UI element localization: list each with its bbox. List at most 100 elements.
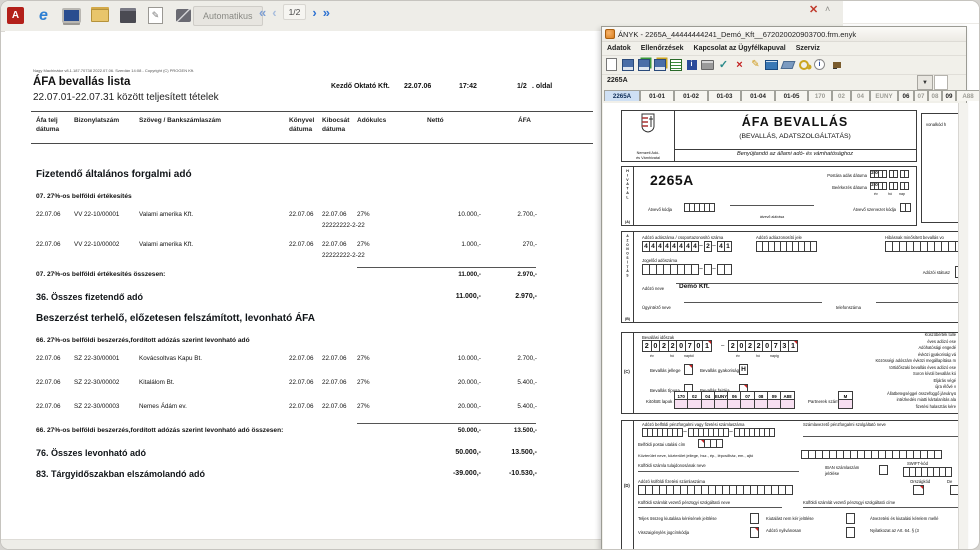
form-cell[interactable] — [750, 527, 759, 538]
form-cell[interactable] — [810, 241, 817, 252]
foreign-bank-addr-line[interactable] — [803, 507, 958, 508]
form-selector-aux-box[interactable] — [934, 75, 948, 90]
form-cell[interactable] — [709, 203, 715, 212]
zoom-mode-button[interactable]: Automatikus — [193, 6, 263, 26]
form-cell[interactable] — [934, 450, 942, 459]
tab-a88[interactable]: A88 — [956, 90, 980, 101]
tab-01-01[interactable]: 01-01 — [640, 90, 674, 101]
tab-170[interactable]: 170 — [808, 90, 832, 101]
form-cell[interactable] — [769, 428, 775, 437]
form-cell[interactable] — [723, 428, 729, 437]
flag-icon[interactable] — [829, 58, 842, 71]
form-cell[interactable] — [882, 182, 887, 190]
form-cell[interactable] — [846, 527, 855, 538]
form-cell[interactable]: 1 — [702, 340, 712, 352]
tab-06[interactable]: 06 — [898, 90, 914, 101]
monitor-icon[interactable] — [61, 4, 82, 27]
post-date-boxes[interactable]: 20 — [870, 170, 908, 178]
first-page-button[interactable]: « — [259, 5, 266, 20]
open-save-icon[interactable] — [621, 58, 634, 71]
foreign-acct-boxes[interactable] — [638, 485, 792, 495]
menu-szerviz[interactable]: Szerviz — [796, 45, 820, 52]
form-cell[interactable] — [677, 428, 683, 437]
faulty-barcode-boxes[interactable] — [885, 241, 958, 252]
form-cell[interactable]: H — [739, 364, 748, 375]
form-cell[interactable] — [904, 182, 909, 190]
form-info-icon[interactable]: i — [685, 58, 698, 71]
form-cell[interactable] — [893, 182, 898, 190]
tab-08[interactable]: 08 — [928, 90, 942, 101]
edit-page-icon[interactable]: ✎ — [145, 4, 166, 27]
sheet-col-04[interactable]: 04 — [701, 391, 715, 409]
close-icon[interactable]: ✕ — [809, 3, 818, 16]
form-cell[interactable]: 4 — [691, 241, 699, 252]
form-cell[interactable] — [846, 513, 855, 524]
form-cell[interactable] — [750, 513, 759, 524]
taxno-boxes[interactable]: 44444444–2–41 — [642, 241, 731, 252]
reclaim-box[interactable] — [750, 527, 758, 538]
folder-icon[interactable] — [89, 4, 110, 27]
period-from-boxes[interactable]: 20220701 — [642, 340, 711, 352]
new-form-icon[interactable] — [605, 58, 618, 71]
form-cell[interactable]: 1 — [724, 241, 732, 252]
iban-box[interactable] — [879, 465, 887, 475]
next-page-button[interactable]: › — [312, 5, 316, 20]
delete-form-icon[interactable]: × — [733, 58, 746, 71]
edit-note-icon[interactable]: ✎ — [749, 58, 762, 71]
form-cell[interactable] — [691, 264, 699, 275]
jelleg-box[interactable] — [684, 364, 692, 375]
form-cell[interactable] — [724, 264, 732, 275]
tab-01-02[interactable]: 01-02 — [674, 90, 708, 101]
country-box[interactable] — [913, 485, 923, 495]
form-cell[interactable] — [684, 364, 693, 375]
form-scrollbar[interactable] — [958, 103, 968, 550]
tab-04[interactable]: 04 — [851, 90, 870, 101]
form-cell[interactable] — [950, 485, 958, 495]
tab-01-03[interactable]: 01-03 — [708, 90, 741, 101]
prev-page-button[interactable]: ‹ — [272, 5, 276, 20]
collapse-icon[interactable]: ˄ — [825, 4, 830, 14]
sheet-col-06[interactable]: 06 — [727, 391, 741, 409]
receiver-org-boxes[interactable] — [900, 203, 910, 212]
menu-adatok[interactable]: Adatok — [607, 45, 631, 52]
predecessor-boxes[interactable]: –– — [642, 264, 731, 275]
phone-line[interactable] — [876, 302, 958, 303]
tab-euny[interactable]: EUNY — [870, 90, 898, 101]
adobe-reader-icon[interactable]: A — [5, 4, 26, 27]
last-page-button[interactable]: » — [323, 5, 330, 20]
arrive-date-boxes[interactable]: 20 — [870, 182, 908, 190]
sheet-col-170[interactable]: 170 — [674, 391, 688, 409]
tools-icon[interactable] — [173, 4, 194, 27]
archive-icon[interactable] — [117, 4, 138, 27]
tab-01-04[interactable]: 01-04 — [741, 90, 775, 101]
message-icon[interactable] — [765, 58, 778, 71]
street-boxes[interactable] — [801, 450, 941, 459]
foreign-owner-line[interactable] — [638, 471, 799, 472]
form-cell[interactable] — [704, 264, 712, 275]
gyakorisag-box[interactable]: H — [739, 364, 747, 375]
form-selector-dropdown[interactable]: ▼ — [917, 75, 933, 90]
tab-2265a[interactable]: 2265A — [604, 90, 640, 101]
form-cell[interactable] — [882, 170, 887, 178]
tab-07[interactable]: 07 — [914, 90, 928, 101]
menu-kapcsolat-az-gyf-lkapuval[interactable]: Kapcsolat az Ügyfélkapuval — [694, 45, 786, 52]
anyk-titlebar[interactable]: ÁNYK - 2265A_44444444241_Demó_Kft__67202… — [602, 27, 966, 42]
check-form-icon[interactable]: ✓ — [717, 58, 730, 71]
form-cell[interactable] — [904, 170, 909, 178]
public-box[interactable] — [846, 527, 854, 538]
internet-explorer-icon[interactable]: e — [33, 4, 54, 27]
print-icon[interactable] — [701, 58, 714, 71]
form-cell[interactable] — [905, 203, 911, 212]
form-cell[interactable] — [879, 465, 888, 475]
tab-02[interactable]: 02 — [832, 90, 851, 101]
form-cell[interactable] — [893, 170, 898, 178]
tab-01-05[interactable]: 01-05 — [775, 90, 808, 101]
form-cell[interactable] — [785, 485, 793, 495]
save-as-icon[interactable] — [653, 58, 666, 71]
form-cell[interactable] — [945, 467, 952, 477]
clerk-line[interactable] — [684, 302, 822, 303]
bank-provider-line[interactable] — [803, 436, 958, 437]
full-payout-box[interactable] — [750, 513, 758, 524]
key-icon[interactable] — [797, 58, 810, 71]
info-icon[interactable]: i — [813, 58, 826, 71]
